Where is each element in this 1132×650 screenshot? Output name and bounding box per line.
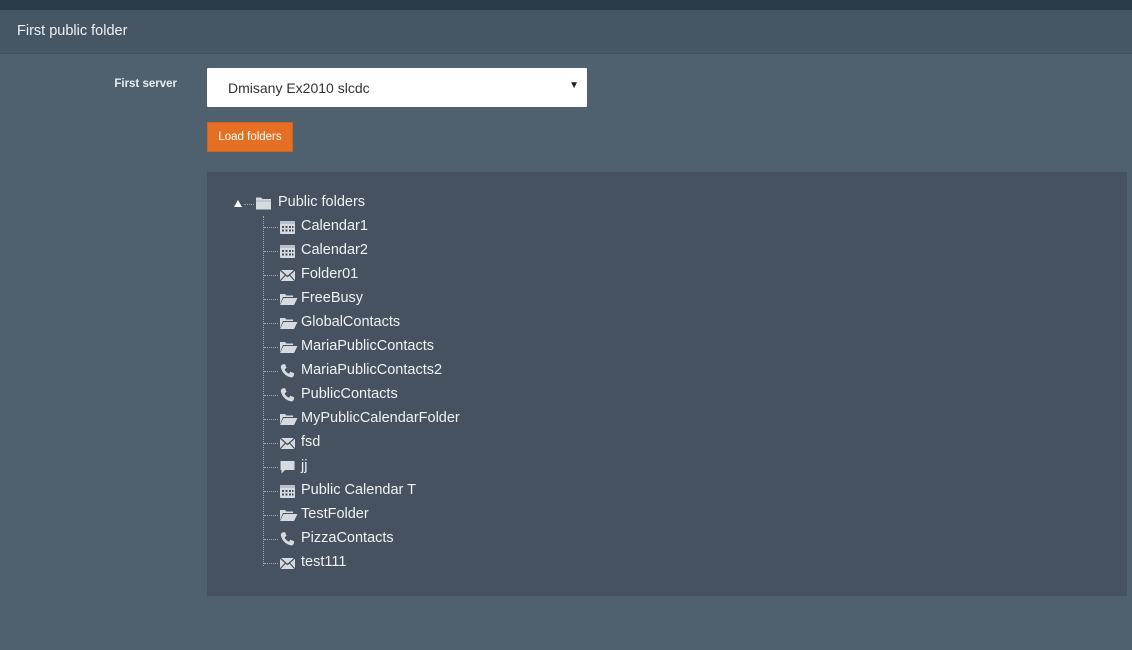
panel-title: First public folder (17, 23, 128, 39)
public-folder-panel: First public folder First server Dmisany… (0, 10, 1132, 650)
tree-connector (264, 395, 278, 396)
tree-item-label: GlobalContacts (301, 314, 401, 330)
server-select-value: Dmisany Ex2010 slcdc (228, 80, 370, 96)
tree-item-label: MariaPublicContacts (301, 338, 434, 354)
tree-connector (244, 204, 254, 205)
tree-item-label: PublicContacts (301, 386, 398, 402)
caret-down-icon: ▼ (569, 80, 579, 91)
folder-open-icon (279, 411, 298, 427)
tree-item-label: fsd (301, 434, 321, 450)
tree-item-label: Calendar2 (301, 242, 368, 258)
tree-connector (264, 251, 278, 252)
tree-connector (264, 275, 278, 276)
tree-connector (264, 347, 278, 348)
tree-root-label: Public folders (278, 194, 366, 210)
folder-open-icon (279, 339, 298, 355)
tree-connector (264, 467, 278, 468)
tree-item-label: TestFolder (301, 506, 369, 522)
tree-connector (264, 371, 278, 372)
top-strip (0, 0, 1132, 10)
server-label: First server (114, 78, 177, 90)
tree-item-label: Calendar1 (301, 218, 368, 234)
tree-item-label: test111 (301, 554, 347, 570)
folder-open-icon (279, 507, 298, 523)
calendar-icon (279, 219, 296, 235)
envelope-icon (279, 267, 296, 283)
tree-connector-vertical (263, 216, 264, 566)
envelope-icon (279, 555, 296, 571)
tree-connector (264, 299, 278, 300)
tree-item-label: Folder01 (301, 266, 359, 282)
panel-header: First public folder (0, 10, 1132, 54)
load-folders-button[interactable]: Load folders (207, 122, 293, 152)
tree-connector (264, 563, 278, 564)
folder-tree: Public folders Calendar1 Calendar2 Folder0… (207, 172, 1127, 596)
phone-icon (279, 387, 296, 403)
folder-closed-icon (255, 195, 272, 211)
tree-item-label: MyPublicCalendarFolder (301, 410, 460, 426)
tree-connector (264, 227, 278, 228)
calendar-icon (279, 483, 296, 499)
tree-item-label: PizzaContacts (301, 530, 394, 546)
folder-open-icon (279, 291, 298, 307)
collapse-toggle-icon[interactable] (234, 200, 242, 207)
tree-item-label: jj (301, 458, 308, 474)
tree-item-label: FreeBusy (301, 290, 364, 306)
tree-item-label: Public Calendar T (301, 482, 416, 498)
phone-icon (279, 531, 296, 547)
tree-connector (264, 539, 278, 540)
phone-icon (279, 363, 296, 379)
tree-connector (264, 515, 278, 516)
tree-connector (264, 491, 278, 492)
server-select[interactable]: Dmisany Ex2010 slcdc ▼ (207, 68, 587, 107)
tree-connector (264, 419, 278, 420)
tree-connector (264, 323, 278, 324)
tree-connector (264, 443, 278, 444)
tree-item-label: MariaPublicContacts2 (301, 362, 443, 378)
envelope-icon (279, 435, 296, 451)
folder-open-icon (279, 315, 298, 331)
calendar-icon (279, 243, 296, 259)
comment-icon (279, 459, 296, 475)
